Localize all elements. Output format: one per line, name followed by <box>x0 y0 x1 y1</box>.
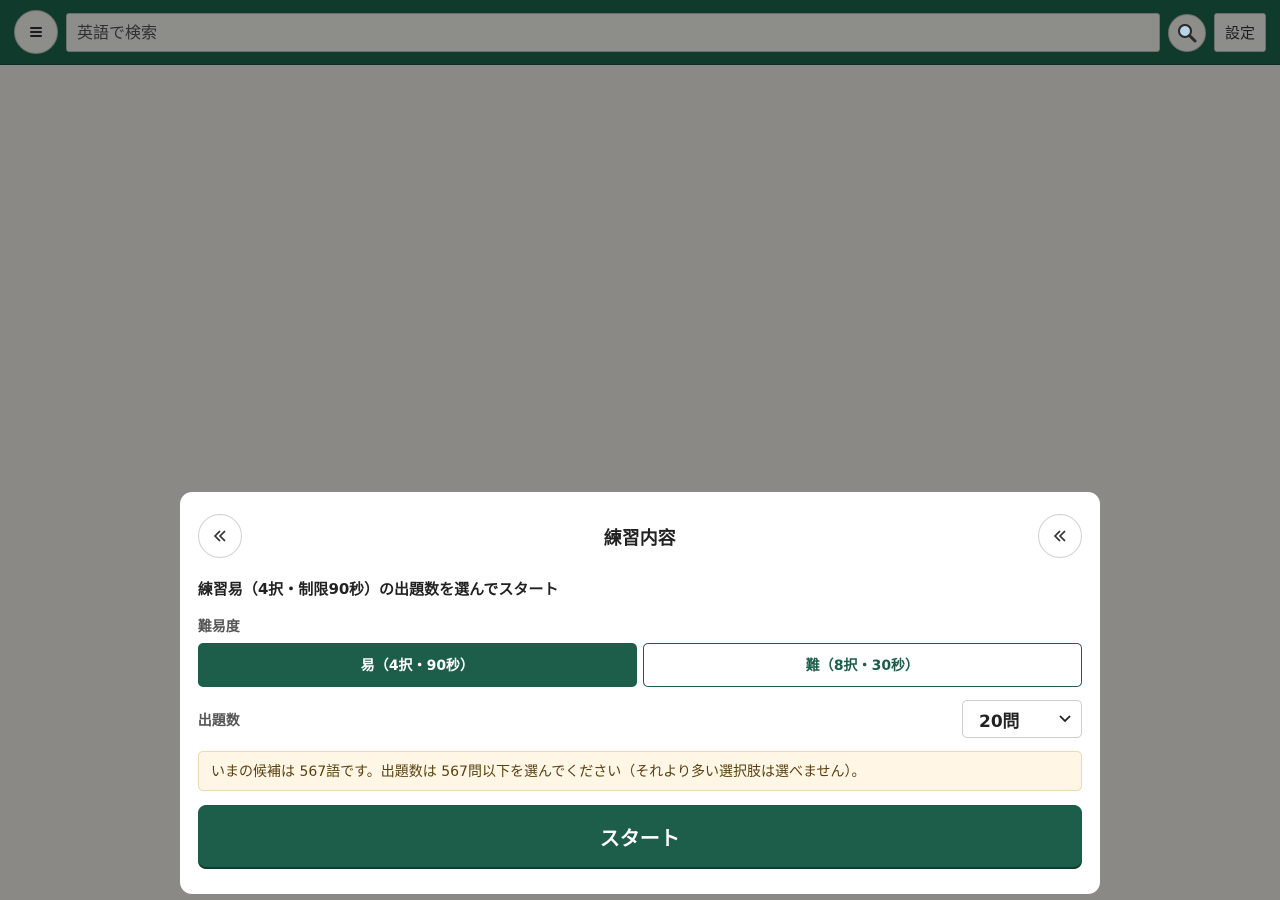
candidate-notice: いまの候補は 567語です。出題数は 567問以下を選んでください（それより多い… <box>198 751 1082 791</box>
question-count-value: 20問 <box>979 711 1020 732</box>
question-count-label: 出題数 <box>198 713 240 729</box>
double-chevron-left-icon <box>1053 530 1066 542</box>
search-button[interactable] <box>1168 14 1206 52</box>
back-button-right[interactable] <box>1038 514 1082 558</box>
chevron-down-icon <box>1059 715 1071 723</box>
difficulty-label: 難易度 <box>198 619 240 635</box>
difficulty-easy-button[interactable]: 易（4択・90秒） <box>198 643 637 687</box>
modal-title: 練習内容 <box>604 528 676 549</box>
menu-button[interactable] <box>14 10 58 54</box>
difficulty-hard-button[interactable]: 難（8択・30秒） <box>643 643 1082 687</box>
search-icon <box>1178 24 1197 43</box>
start-button[interactable]: スタート <box>198 805 1082 867</box>
modal-subtitle: 練習易（4択・制限90秒）の出題数を選んでスタート <box>198 580 559 598</box>
top-bar: 設定 <box>0 0 1280 65</box>
question-count-select[interactable]: 20問 <box>962 700 1082 738</box>
practice-modal: 練習内容 練習易（4択・制限90秒）の出題数を選んでスタート 難易度 易（4択・… <box>180 492 1100 894</box>
menu-icon <box>30 27 42 37</box>
search-input[interactable] <box>66 13 1160 52</box>
settings-button[interactable]: 設定 <box>1214 13 1266 52</box>
